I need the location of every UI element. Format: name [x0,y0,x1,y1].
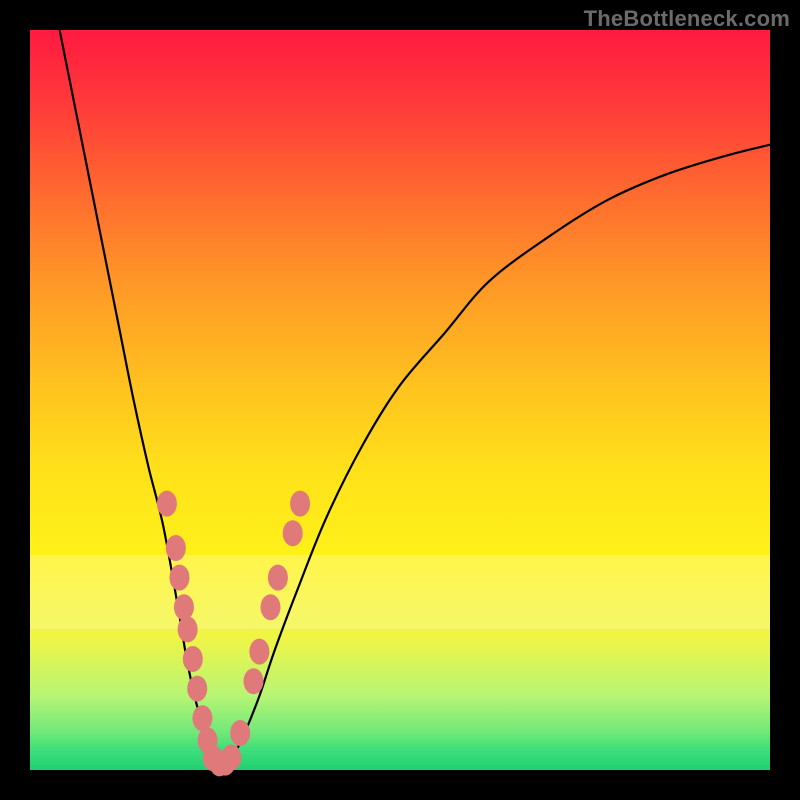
marker-dot [261,594,281,620]
marker-dot [221,744,241,770]
marker-dot [290,491,310,517]
marker-dot [178,616,198,642]
marker-dot [187,676,207,702]
marker-dot [230,720,250,746]
right-branch-curve [226,145,770,763]
curve-svg [30,30,770,770]
marker-dot [283,520,303,546]
marker-dot [243,668,263,694]
marker-group [157,491,310,777]
marker-dot [249,639,269,665]
marker-dot [183,646,203,672]
plot-area [30,30,770,770]
marker-dot [268,565,288,591]
marker-dot [192,705,212,731]
marker-dot [157,491,177,517]
chart-stage: TheBottleneck.com [0,0,800,800]
marker-dot [174,594,194,620]
marker-dot [166,535,186,561]
watermark-text: TheBottleneck.com [584,6,790,32]
marker-dot [169,565,189,591]
